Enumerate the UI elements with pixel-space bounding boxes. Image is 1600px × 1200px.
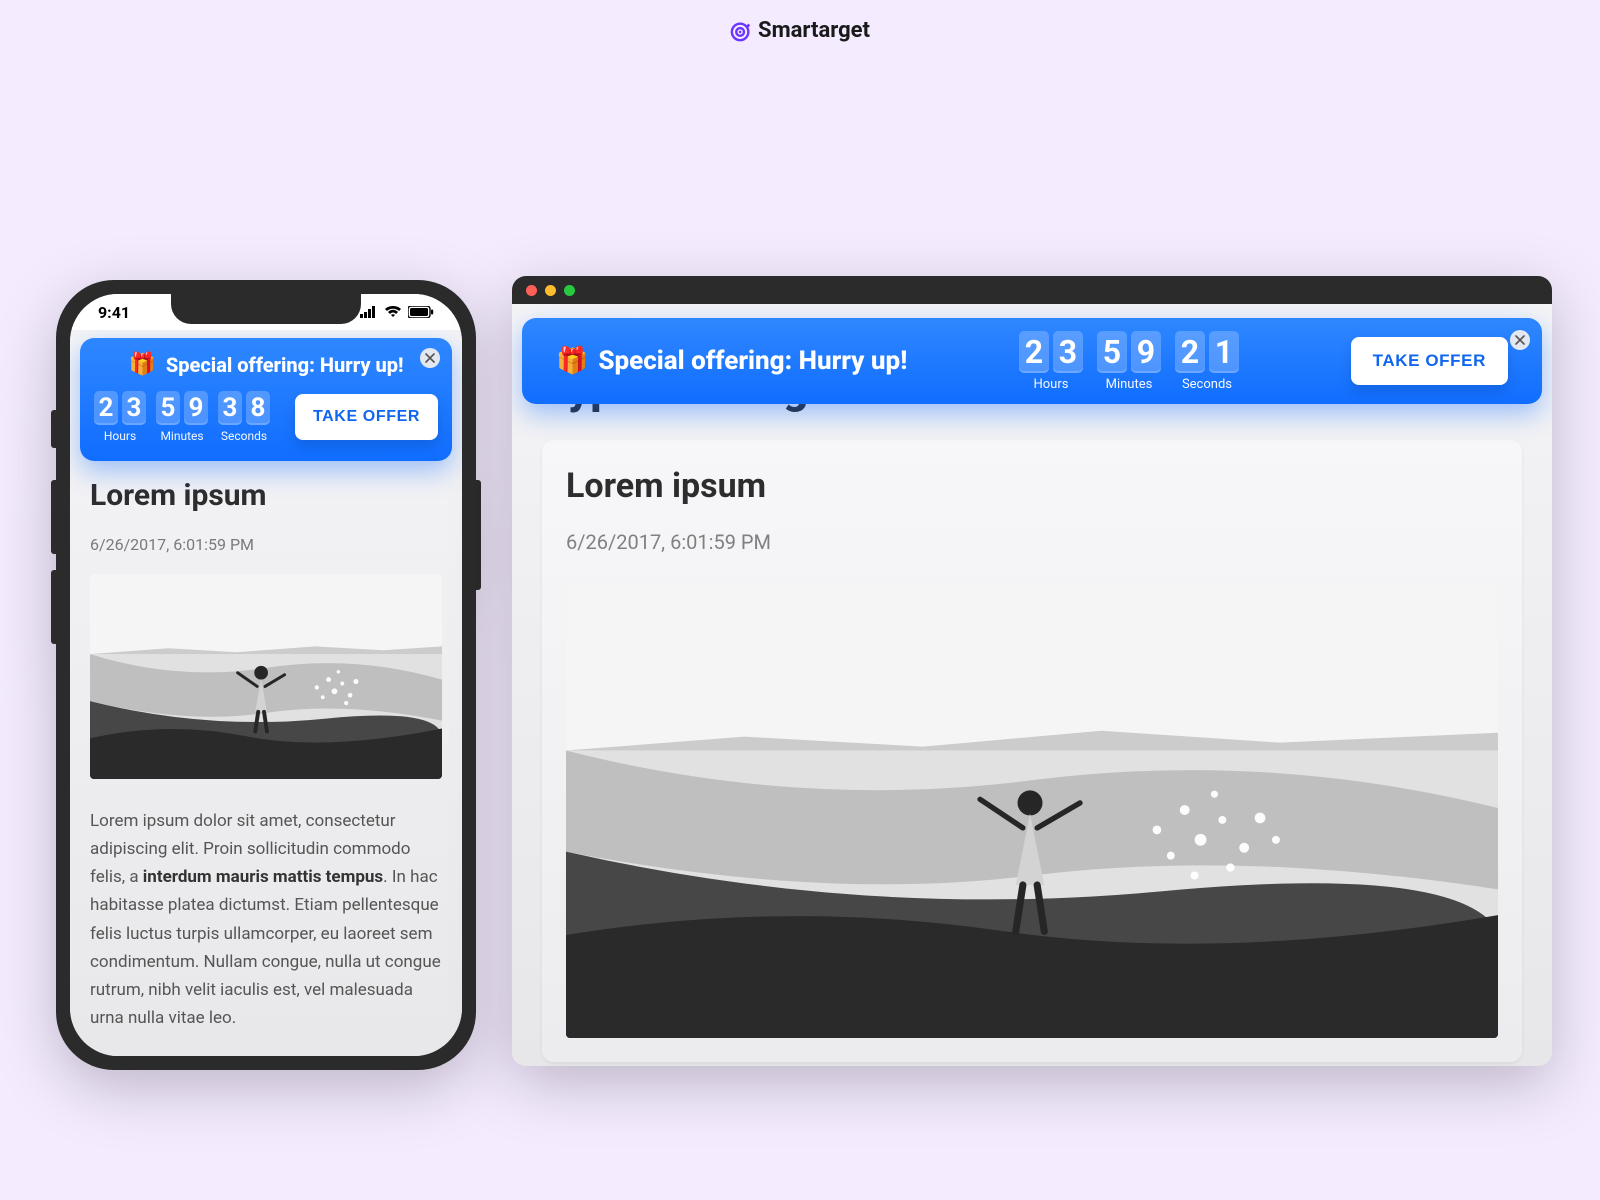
minutes-digit-1: 5 — [156, 391, 180, 425]
offer-banner: 🎁 Special offering: Hurry up! 2 3 Hours … — [522, 318, 1542, 404]
minutes-digit-2: 9 — [1131, 331, 1161, 373]
seconds-digit-2: 1 — [1209, 331, 1239, 373]
hours-label: Hours — [1019, 377, 1083, 392]
target-icon — [730, 20, 752, 42]
post-body-post: . In hac habitasse platea dictumst. Etia… — [90, 867, 441, 1027]
seconds-digit-1: 2 — [1175, 331, 1205, 373]
traffic-light-close[interactable] — [526, 285, 537, 296]
post-date: 6/26/2017, 6:01:59 PM — [566, 530, 1498, 554]
post-date: 6/26/2017, 6:01:59 PM — [90, 535, 442, 554]
post-body: Lorem ipsum dolor sit amet, consectetur … — [90, 807, 442, 1031]
traffic-light-minimize[interactable] — [545, 285, 556, 296]
countdown-seconds: 3 8 Seconds — [218, 391, 270, 443]
seconds-digit-1: 3 — [218, 391, 242, 425]
take-offer-button[interactable]: TAKE OFFER — [295, 394, 438, 440]
gift-icon: 🎁 — [556, 346, 588, 376]
brand-name: Smartarget — [758, 18, 870, 43]
traffic-light-zoom[interactable] — [564, 285, 575, 296]
minutes-digit-1: 5 — [1097, 331, 1127, 373]
signal-icon — [360, 303, 378, 322]
banner-title: Special offering: Hurry up! — [598, 346, 907, 376]
brand-logo: Smartarget — [730, 18, 870, 43]
countdown-minutes: 5 9 Minutes — [1097, 331, 1161, 392]
gift-icon: 🎁 — [128, 352, 155, 377]
desktop-article: Typical Design Lorem ipsum 6/26/2017, 6:… — [512, 362, 1552, 1062]
phone-power-button — [476, 480, 481, 590]
close-icon[interactable] — [420, 348, 440, 368]
phone-notch — [171, 294, 361, 324]
phone-article: Lorem ipsum 6/26/2017, 6:01:59 PM — [70, 478, 462, 1056]
seconds-digit-2: 8 — [246, 391, 270, 425]
seconds-label: Seconds — [218, 429, 270, 443]
minutes-label: Minutes — [1097, 377, 1161, 392]
hours-digit-1: 2 — [94, 391, 118, 425]
hero-image — [566, 582, 1498, 1038]
offer-banner: 🎁 Special offering: Hurry up! 2 3 — [80, 338, 452, 461]
desktop-mock: Typical Design Lorem ipsum 6/26/2017, 6:… — [512, 276, 1552, 1066]
countdown: 2 3 Hours 5 9 Minutes — [94, 391, 270, 443]
hours-digit-2: 3 — [122, 391, 146, 425]
post-body-strong: interdum mauris mattis tempus — [143, 867, 383, 887]
countdown-seconds: 2 1 Seconds — [1175, 331, 1239, 392]
banner-title: Special offering: Hurry up! — [166, 353, 404, 377]
hours-digit-2: 3 — [1053, 331, 1083, 373]
countdown-hours: 2 3 Hours — [94, 391, 146, 443]
countdown-hours: 2 3 Hours — [1019, 331, 1083, 392]
hours-digit-1: 2 — [1019, 331, 1049, 373]
hero-image — [90, 574, 442, 779]
take-offer-button[interactable]: TAKE OFFER — [1351, 337, 1508, 385]
minutes-digit-2: 9 — [184, 391, 208, 425]
close-icon[interactable] — [1510, 330, 1530, 350]
browser-titlebar — [512, 276, 1552, 304]
hours-label: Hours — [94, 429, 146, 443]
post-title: Lorem ipsum — [566, 466, 1498, 506]
phone-mock: 9:41 Lorem ipsum 6/26/20 — [56, 280, 476, 1070]
minutes-label: Minutes — [156, 429, 208, 443]
post-card: Lorem ipsum 6/26/2017, 6:01:59 PM — [542, 440, 1522, 1062]
countdown: 2 3 Hours 5 9 Minutes 2 — [1019, 331, 1239, 392]
post-title: Lorem ipsum — [90, 478, 442, 513]
status-time: 9:41 — [98, 303, 130, 322]
countdown-minutes: 5 9 Minutes — [156, 391, 208, 443]
seconds-label: Seconds — [1175, 377, 1239, 392]
wifi-icon — [384, 303, 402, 322]
battery-icon — [408, 303, 434, 322]
